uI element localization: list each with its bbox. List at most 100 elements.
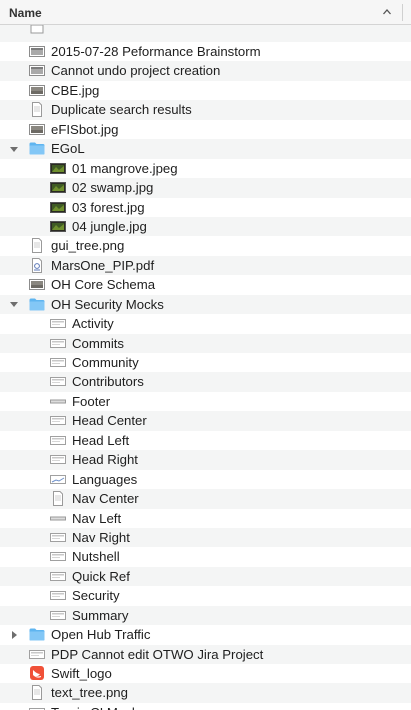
- mock-file-icon: [29, 705, 45, 710]
- file-name-label: Nutshell: [72, 549, 120, 565]
- file-name-label: OH Core Schema: [51, 277, 156, 293]
- image-file-icon: [29, 277, 45, 292]
- list-item-contributors[interactable]: Contributors: [0, 372, 411, 392]
- mock-file-icon: [50, 569, 66, 584]
- list-item-02-swamp-jpg[interactable]: 02 swamp.jpg: [0, 178, 411, 198]
- image-file-icon: [29, 122, 45, 137]
- folder-icon: [29, 297, 45, 312]
- swift-logo-icon: [29, 666, 45, 681]
- list-item-efisbot-jpg[interactable]: eFISbot.jpg: [0, 120, 411, 139]
- list-item-04-jungle-jpg[interactable]: 04 jungle.jpg: [0, 216, 411, 237]
- file-name-label: 03 forest.jpg: [72, 199, 145, 215]
- mock-file-icon: [50, 336, 66, 351]
- green-photo-icon: [50, 161, 66, 176]
- mock-file-icon: [50, 355, 66, 370]
- pdf-file-icon: [29, 257, 45, 273]
- file-name-label: 04 jungle.jpg: [72, 218, 147, 234]
- list-item-open-hub-traffic[interactable]: Open Hub Traffic: [0, 625, 411, 644]
- mock-file-icon: [50, 588, 66, 603]
- file-name-label: Swift_logo: [51, 666, 112, 681]
- document-file-icon: [29, 102, 45, 118]
- mock-file-icon: [50, 549, 66, 564]
- list-item-01-mangrove-jpeg[interactable]: 01 mangrove.jpeg: [0, 159, 411, 178]
- file-name-label: Nav Center: [72, 491, 139, 507]
- list-item-head-center[interactable]: Head Center: [0, 411, 411, 431]
- mock-file-icon: [50, 413, 66, 428]
- list-item-marsone-pip-pdf[interactable]: MarsOne_PIP.pdf: [0, 255, 411, 276]
- green-photo-icon: [50, 219, 66, 234]
- list-item-community[interactable]: Community: [0, 353, 411, 372]
- file-name-label: Languages: [72, 471, 138, 487]
- disclosure-triangle-right-icon[interactable]: [9, 625, 19, 644]
- list-item-nutshell[interactable]: Nutshell: [0, 547, 411, 566]
- file-name-label: Cannot undo project creation: [51, 63, 221, 79]
- list-item-text-tree-png[interactable]: text_tree.png: [0, 683, 411, 703]
- list-item-gui-tree-png[interactable]: gui_tree.png: [0, 236, 411, 255]
- chevron-up-icon[interactable]: [382, 6, 392, 18]
- mock-file-icon: [50, 530, 66, 545]
- partial-file-icon: [29, 25, 45, 40]
- name-column-header[interactable]: Name: [9, 6, 42, 20]
- list-item-oh-core-schema[interactable]: OH Core Schema: [0, 275, 411, 294]
- file-name-label: Head Left: [72, 432, 130, 448]
- mock-file-icon: [50, 452, 66, 467]
- document-file-icon: [50, 491, 66, 507]
- mock-file-icon: [29, 647, 45, 662]
- list-item-travis-ci-mockup[interactable]: Travis CI Mockup: [0, 703, 411, 710]
- list-item-head-right[interactable]: Head Right: [0, 450, 411, 470]
- list-item-oh-security-mocks[interactable]: OH Security Mocks: [0, 294, 411, 315]
- green-photo-icon: [50, 200, 66, 215]
- list-item-duplicate-search-results[interactable]: Duplicate search results: [0, 100, 411, 120]
- file-name-label: eFISbot.jpg: [51, 121, 119, 137]
- list-item-summary[interactable]: Summary: [0, 605, 411, 626]
- list-item-cbe-jpg[interactable]: CBE.jpg: [0, 81, 411, 100]
- disclosure-triangle-down-icon[interactable]: [9, 295, 19, 314]
- list-item-languages[interactable]: Languages: [0, 470, 411, 489]
- image-file-icon: [29, 83, 45, 98]
- document-file-icon: [29, 685, 45, 701]
- chart-file-icon: [50, 472, 66, 487]
- file-list: 2015-07-28 Peformance Brainstorm Cannot u…: [0, 25, 411, 710]
- list-item-partial[interactable]: [0, 25, 411, 42]
- list-item-activity[interactable]: Activity: [0, 314, 411, 333]
- mock-file-icon: [50, 374, 66, 389]
- file-name-label: Quick Ref: [72, 568, 130, 584]
- list-item-cannot-undo-project-creation[interactable]: Cannot undo project creation: [0, 61, 411, 81]
- file-name-label: OH Security Mocks: [51, 296, 164, 312]
- list-item-swift-logo[interactable]: Swift_logo: [0, 664, 411, 683]
- file-name-label: Security: [72, 588, 120, 604]
- column-header: Name: [0, 0, 411, 25]
- file-name-label: Footer: [72, 393, 111, 409]
- list-item-nav-center[interactable]: Nav Center: [0, 489, 411, 509]
- file-name-label: 01 mangrove.jpeg: [72, 160, 178, 176]
- list-item-03-forest-jpg[interactable]: 03 forest.jpg: [0, 198, 411, 217]
- strip-file-icon: [50, 394, 66, 409]
- file-name-label: Summary: [72, 607, 129, 623]
- screenshot-file-icon: [29, 44, 45, 59]
- file-name-label: Community: [72, 355, 139, 370]
- file-name-label: Nav Right: [72, 529, 130, 545]
- file-name-label: 2015-07-28 Peformance Brainstorm: [51, 44, 261, 59]
- folder-icon: [29, 627, 45, 642]
- list-item-nav-right[interactable]: Nav Right: [0, 527, 411, 548]
- list-item-2015-07-28-peformance-brainstorm[interactable]: 2015-07-28 Peformance Brainstorm: [0, 42, 411, 61]
- list-item-egol[interactable]: EGoL: [0, 139, 411, 159]
- list-item-footer[interactable]: Footer: [0, 392, 411, 411]
- file-name-label: text_tree.png: [51, 685, 128, 701]
- column-divider: [402, 4, 403, 21]
- list-item-nav-left[interactable]: Nav Left: [0, 509, 411, 528]
- disclosure-triangle-down-icon[interactable]: [9, 139, 19, 158]
- list-item-quick-ref[interactable]: Quick Ref: [0, 566, 411, 587]
- mock-file-icon: [50, 608, 66, 623]
- strip-file-icon: [50, 511, 66, 526]
- file-name-label: EGoL: [51, 141, 85, 157]
- list-item-head-left[interactable]: Head Left: [0, 431, 411, 450]
- finder-list-view: Name 2015-07-28 Peformance Brainstorm Can…: [0, 0, 411, 710]
- document-file-icon: [29, 238, 45, 254]
- screenshot-file-icon: [29, 63, 45, 78]
- list-item-pdp-cannot-edit-otwo-jira-project[interactable]: PDP Cannot edit OTWO Jira Project: [0, 644, 411, 664]
- mock-file-icon: [50, 316, 66, 331]
- list-item-security[interactable]: Security: [0, 586, 411, 605]
- list-item-commits[interactable]: Commits: [0, 333, 411, 353]
- file-name-label: Head Center: [72, 413, 147, 429]
